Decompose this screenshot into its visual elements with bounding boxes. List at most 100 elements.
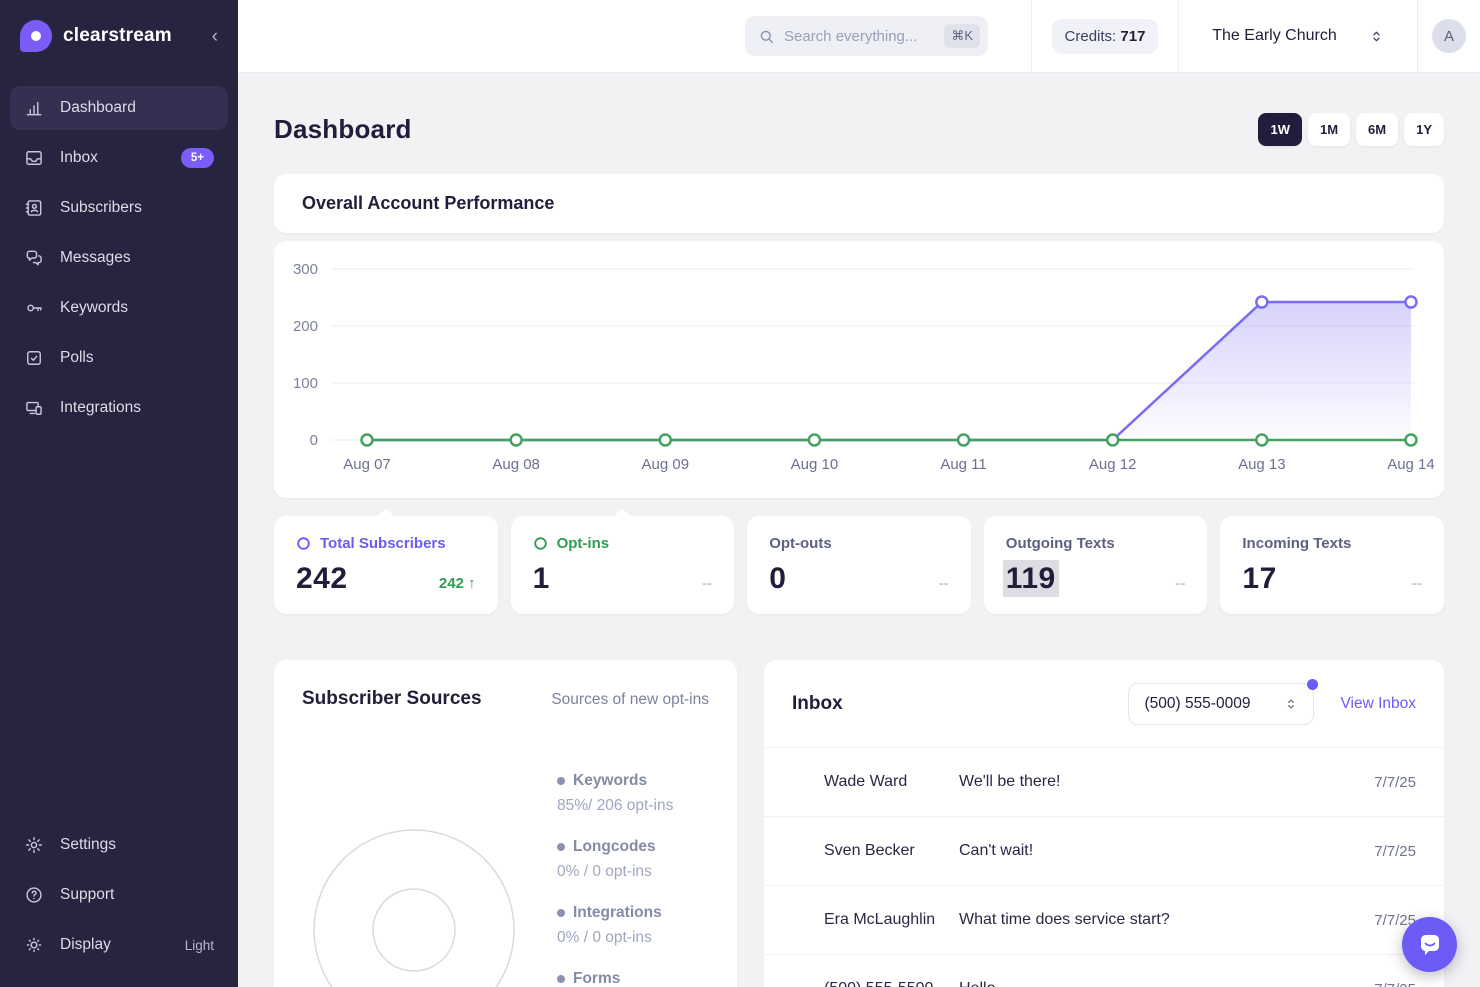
stat-card-4[interactable]: Incoming Texts 17 -- (1220, 516, 1444, 614)
legend-item-longcodes: Longcodes 0% / 0 opt-ins (557, 838, 673, 881)
sidebar-item-label: Messages (60, 249, 131, 267)
stat-change: -- (1412, 575, 1422, 594)
stat-value: 1 (533, 564, 550, 594)
address-book-icon (24, 198, 44, 218)
chat-bubbles-icon (24, 248, 44, 268)
range-button-1y[interactable]: 1Y (1404, 113, 1444, 146)
inbox-row-2[interactable]: Era McLaughlin What time does service st… (764, 885, 1444, 954)
account-name: The Early Church (1212, 27, 1337, 45)
bar-chart-icon (24, 98, 44, 118)
legend-dot-icon (557, 843, 565, 851)
sidebar-item-label: Support (60, 886, 114, 904)
legend-dot-icon (557, 909, 565, 917)
inbox-row-3[interactable]: (500) 555-5500 Hello 7/7/25 (764, 954, 1444, 987)
inbox-row-0[interactable]: Wade Ward We'll be there! 7/7/25 (764, 747, 1444, 816)
sources-legend: Keywords 85%/ 206 opt-ins Longcodes 0% /… (557, 772, 673, 987)
legend-item-integrations: Integrations 0% / 0 opt-ins (557, 904, 673, 947)
credits-badge[interactable]: Credits: 717 (1052, 19, 1159, 54)
inbox-phone-select[interactable]: (500) 555-0009 (1128, 683, 1314, 725)
stat-value: 17 (1242, 564, 1276, 594)
stat-card-0[interactable]: Total Subscribers 242 242 ↑ (274, 516, 498, 614)
stat-label-opt-outs: Opt-outs (769, 535, 949, 552)
inbox-count-badge: 5+ (181, 148, 214, 168)
sidebar-item-label: Display (60, 936, 111, 954)
performance-header-card: Overall Account Performance (274, 174, 1444, 233)
message-preview: What time does service start? (959, 911, 1374, 929)
sidebar-item-label: Integrations (60, 399, 141, 417)
inbox-title: Inbox (792, 693, 1128, 715)
message-date: 7/7/25 (1374, 981, 1416, 987)
sidebar-item-settings[interactable]: Settings (10, 823, 228, 867)
inbox-card: Inbox (500) 555-0009 View Inbox Wade War… (764, 660, 1444, 987)
inbox-icon (24, 148, 44, 168)
sidebar-footer: Settings Support Display Light (0, 823, 238, 987)
brand-name: clearstream (63, 25, 172, 47)
legend-item-forms: Forms (557, 970, 673, 987)
account-selector[interactable]: The Early Church (1179, 27, 1417, 45)
sidebar-item-keywords[interactable]: Keywords (10, 286, 228, 330)
time-range-group: 1W 1M 6M 1Y (1258, 113, 1444, 146)
sidebar-item-polls[interactable]: Polls (10, 336, 228, 380)
message-preview: We'll be there! (959, 773, 1374, 791)
chat-bubble-icon (1416, 931, 1444, 959)
stat-card-3[interactable]: Outgoing Texts 119 -- (984, 516, 1208, 614)
sidebar-item-messages[interactable]: Messages (10, 236, 228, 280)
message-preview: Hello (959, 980, 1374, 987)
topbar: ⌘K Credits: 717 The Early Church A (238, 0, 1480, 73)
credits-value: 717 (1120, 28, 1145, 45)
performance-title: Overall Account Performance (302, 193, 554, 213)
sidebar-item-label: Keywords (60, 299, 128, 317)
display-mode-value: Light (185, 938, 214, 953)
svg-text:Aug 13: Aug 13 (1238, 456, 1286, 473)
avatar[interactable]: A (1432, 19, 1466, 53)
range-button-1w[interactable]: 1W (1258, 113, 1302, 146)
legend-dot-icon (557, 777, 565, 785)
stat-card-2[interactable]: Opt-outs 0 -- (747, 516, 971, 614)
sidebar-item-integrations[interactable]: Integrations (10, 386, 228, 430)
main-area: ⌘K Credits: 717 The Early Church A Dashb… (238, 0, 1480, 987)
sidebar-collapse-icon[interactable]: ‹ (212, 27, 218, 46)
stat-label-incoming-texts: Incoming Texts (1242, 535, 1422, 552)
card-notch (612, 508, 632, 528)
chat-widget-button[interactable] (1402, 917, 1457, 972)
credits-label: Credits: (1065, 28, 1117, 45)
card-notch (376, 508, 396, 528)
circle-icon (533, 536, 548, 551)
sidebar-item-label: Inbox (60, 149, 98, 167)
sidebar-item-display[interactable]: Display Light (10, 923, 228, 967)
inbox-row-1[interactable]: Sven Becker Can't wait! 7/7/25 (764, 816, 1444, 885)
stat-change: 242 ↑ (439, 575, 476, 594)
devices-icon (24, 398, 44, 418)
stat-change: -- (939, 575, 949, 594)
svg-text:Aug 08: Aug 08 (492, 456, 540, 473)
view-inbox-link[interactable]: View Inbox (1340, 695, 1416, 713)
chevron-up-down-icon (1369, 29, 1384, 44)
subscriber-sources-card: Subscriber Sources Sources of new opt-in… (274, 660, 737, 987)
stat-label-opt-ins: Opt-ins (533, 535, 713, 552)
sidebar-item-dashboard[interactable]: Dashboard (10, 86, 228, 130)
search-input[interactable] (784, 28, 935, 45)
stats-grid: Total Subscribers 242 242 ↑ Opt-ins 1 -- (274, 516, 1444, 614)
page-title: Dashboard (274, 114, 412, 145)
svg-text:200: 200 (293, 318, 318, 335)
svg-text:300: 300 (293, 261, 318, 278)
range-button-1m[interactable]: 1M (1308, 113, 1350, 146)
message-date: 7/7/25 (1374, 774, 1416, 791)
sidebar-item-support[interactable]: Support (10, 873, 228, 917)
range-button-6m[interactable]: 6M (1356, 113, 1398, 146)
legend-dot-icon (557, 975, 565, 983)
sender-name: Sven Becker (824, 842, 959, 860)
key-icon (24, 298, 44, 318)
question-circle-icon (24, 885, 44, 905)
stat-value: 0 (769, 564, 786, 594)
chevron-up-down-icon (1284, 697, 1298, 711)
message-date: 7/7/25 (1374, 843, 1416, 860)
sidebar-item-inbox[interactable]: Inbox 5+ (10, 136, 228, 180)
sender-name: Wade Ward (824, 773, 959, 791)
checkbox-icon (24, 348, 44, 368)
svg-text:Aug 14: Aug 14 (1387, 456, 1435, 473)
global-search[interactable]: ⌘K (745, 16, 988, 56)
stat-change: -- (1175, 575, 1185, 594)
sidebar-item-subscribers[interactable]: Subscribers (10, 186, 228, 230)
stat-card-1[interactable]: Opt-ins 1 -- (511, 516, 735, 614)
